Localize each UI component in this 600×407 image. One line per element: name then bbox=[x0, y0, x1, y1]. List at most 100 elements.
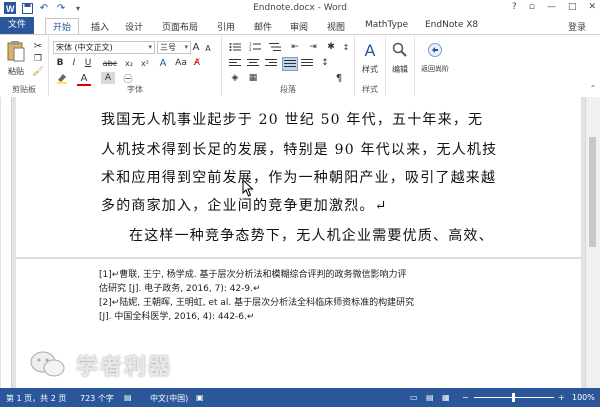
align-center-icon[interactable] bbox=[246, 57, 260, 69]
align-right-icon[interactable] bbox=[264, 57, 278, 69]
word-count[interactable]: 723 个字 bbox=[80, 393, 114, 404]
copy-icon[interactable]: ❐ bbox=[33, 54, 43, 64]
minimize-icon[interactable]: — bbox=[547, 2, 556, 12]
tab-mathtype[interactable]: MathType bbox=[358, 19, 415, 31]
tab-review[interactable]: 审阅 bbox=[283, 19, 315, 34]
paste-button[interactable]: 粘贴 bbox=[2, 66, 30, 76]
paragraph-line: 我国无人机事业起步于 20 世纪 50 年代，五十年来，无 bbox=[101, 112, 484, 128]
align-left-icon[interactable] bbox=[228, 57, 242, 69]
paragraph-line: 人机技术得到长足的发展，特别是 90 年代以来，无人机技 bbox=[101, 142, 498, 158]
tab-mailings[interactable]: 邮件 bbox=[247, 19, 279, 34]
paragraph-line: 术和应用得到空前发展，作为一种朝阳产业，吸引了越来越 bbox=[101, 170, 497, 186]
help-icon[interactable]: ? bbox=[512, 2, 517, 12]
styles-icon[interactable]: A bbox=[361, 40, 379, 60]
clipboard-group-label: 剪贴板 bbox=[12, 85, 36, 94]
watermark-text: 学者利器 bbox=[76, 355, 173, 380]
zoom-out-icon[interactable]: − bbox=[462, 393, 469, 402]
character-shading-icon[interactable]: A bbox=[101, 72, 115, 84]
zoom-in-icon[interactable]: + bbox=[558, 393, 565, 402]
paragraph-line: 在这样一种竞争态势下，无人机企业需要优质、高效、 bbox=[129, 228, 494, 244]
grow-font-icon[interactable]: A bbox=[191, 41, 201, 53]
cut-icon[interactable]: ✂ bbox=[33, 41, 43, 52]
strikethrough-button[interactable]: abc bbox=[101, 57, 119, 69]
scrollbar-thumb[interactable] bbox=[589, 137, 596, 247]
document-area: 我国无人机事业起步于 20 世纪 50 年代，五十年来，无 人机技术得到长足的发… bbox=[0, 97, 600, 388]
line-spacing-icon[interactable]: ↕ bbox=[318, 57, 332, 69]
zoom-level[interactable]: 100% bbox=[572, 393, 595, 402]
italic-button[interactable]: I bbox=[69, 57, 79, 69]
decrease-indent-icon[interactable]: ⇤ bbox=[288, 42, 302, 52]
multilevel-list-icon[interactable] bbox=[268, 42, 282, 52]
close-icon[interactable]: ✕ bbox=[588, 2, 596, 12]
tab-file[interactable]: 文件 bbox=[0, 17, 35, 34]
collapse-ribbon-icon[interactable]: ⌃ bbox=[588, 83, 598, 93]
tab-home[interactable]: 开始 bbox=[45, 18, 80, 35]
page-count[interactable]: 第 1 页，共 2 页 bbox=[6, 393, 66, 404]
footnote-line: [2]↵陆妮, 王朝晖, 王明虹, et al. 基于层次分析法全科临床师资标准… bbox=[99, 298, 415, 308]
clear-formatting-icon[interactable]: A̸ bbox=[191, 57, 203, 69]
chinese-layout-icon[interactable]: ✱ bbox=[324, 42, 338, 52]
font-name-select[interactable]: 宋体 (中文正文) bbox=[53, 41, 155, 54]
maximize-icon[interactable]: □ bbox=[568, 2, 577, 12]
paragraph-line: 多的商家加入，企业间的竞争更加激烈。↵ bbox=[101, 198, 388, 214]
bullets-icon[interactable] bbox=[228, 42, 242, 52]
tab-view[interactable]: 视图 bbox=[320, 19, 352, 34]
tab-insert[interactable]: 插入 bbox=[84, 19, 116, 34]
font-size-select[interactable]: 三号 bbox=[157, 41, 191, 54]
find-icon[interactable] bbox=[390, 40, 410, 60]
paste-icon[interactable] bbox=[6, 39, 26, 63]
read-mode-icon[interactable]: ▭ bbox=[410, 393, 418, 402]
sort-icon[interactable]: ↕ bbox=[340, 42, 352, 52]
shrink-font-icon[interactable]: A bbox=[203, 42, 213, 54]
superscript-button[interactable]: x² bbox=[139, 57, 151, 69]
proofing-icon[interactable]: ▤ bbox=[124, 393, 132, 402]
tab-endnote[interactable]: EndNote X8 bbox=[418, 19, 485, 31]
window-controls: ? ▫ — □ ✕ bbox=[512, 2, 596, 12]
ribbon: 粘贴 ✂ ❐ 🖌 剪贴板 宋体 (中文正文) 三号 A A B I U abc … bbox=[0, 34, 600, 98]
svg-text:2: 2 bbox=[249, 47, 252, 52]
clipboard-group: 粘贴 ✂ ❐ 🖌 剪贴板 bbox=[0, 36, 49, 96]
borders-icon[interactable]: ▦ bbox=[246, 72, 260, 84]
footnote-line: [J]. 中国全科医学, 2016, 4): 442-6.↵ bbox=[99, 312, 255, 322]
font-group-label: 字体 bbox=[127, 85, 143, 94]
enclose-character-icon[interactable]: ㊀ bbox=[121, 72, 135, 85]
return-button[interactable]: 返回尚阶 bbox=[415, 64, 455, 74]
web-layout-icon[interactable]: ▦ bbox=[442, 393, 450, 402]
bold-button[interactable]: B bbox=[55, 57, 65, 69]
show-marks-icon[interactable]: ¶ bbox=[332, 72, 346, 84]
text-effects-icon[interactable]: A bbox=[157, 57, 169, 69]
footnote-line: [1]↵曹联, 王宁, 杨学成. 基于层次分析法和模糊综合评判的政务微信影响力评 bbox=[99, 270, 407, 280]
numbering-icon[interactable]: 12 bbox=[248, 42, 262, 52]
window-title: Endnote.docx - Word bbox=[253, 3, 347, 13]
macro-icon[interactable]: ▣ bbox=[196, 393, 204, 402]
document-page[interactable]: 我国无人机事业起步于 20 世纪 50 年代，五十年来，无 人机技术得到长足的发… bbox=[16, 97, 581, 388]
tab-design[interactable]: 设计 bbox=[118, 19, 150, 34]
shading-icon[interactable]: ◈ bbox=[228, 72, 242, 84]
distributed-icon[interactable] bbox=[300, 57, 314, 69]
vertical-ruler bbox=[1, 97, 12, 388]
vertical-scrollbar[interactable] bbox=[585, 97, 600, 388]
print-layout-icon[interactable]: ▤ bbox=[426, 393, 434, 402]
language-indicator[interactable]: 中文(中国) bbox=[150, 393, 188, 404]
underline-button[interactable]: U bbox=[83, 57, 93, 69]
increase-indent-icon[interactable]: ⇥ bbox=[306, 42, 320, 52]
styles-group-label: 样式 bbox=[362, 85, 378, 94]
tab-page-layout[interactable]: 页面布局 bbox=[155, 19, 205, 34]
return-icon[interactable] bbox=[425, 40, 445, 60]
tab-references[interactable]: 引用 bbox=[210, 19, 242, 34]
status-bar: 第 1 页，共 2 页 723 个字 ▤ 中文(中国) ▣ ▭ ▤ ▦ − + … bbox=[0, 388, 600, 407]
return-group: 返回尚阶 bbox=[415, 36, 455, 96]
editing-button[interactable]: 编辑 bbox=[386, 64, 414, 74]
login-link[interactable]: 登录 bbox=[568, 20, 586, 33]
ribbon-display-icon[interactable]: ▫ bbox=[529, 2, 535, 12]
zoom-slider-handle[interactable] bbox=[512, 393, 515, 402]
watermark: 学者利器 bbox=[30, 349, 172, 381]
highlight-icon[interactable] bbox=[55, 72, 69, 84]
styles-button[interactable]: 样式 bbox=[355, 64, 385, 74]
editing-group: 编辑 bbox=[386, 36, 415, 96]
subscript-button[interactable]: x₂ bbox=[123, 57, 135, 69]
mouse-cursor-icon bbox=[241, 179, 255, 197]
change-case-button[interactable]: Aa bbox=[175, 57, 187, 69]
justify-icon[interactable] bbox=[282, 57, 298, 71]
format-painter-icon[interactable]: 🖌 bbox=[32, 67, 43, 77]
